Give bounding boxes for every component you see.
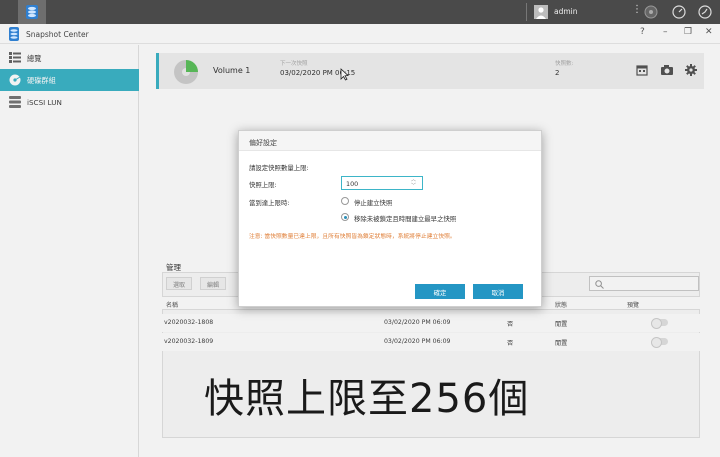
close-icon[interactable]: ✕ [705,27,713,37]
app-title-bar: Snapshot Center ? – ❐ ✕ [0,24,720,44]
username[interactable]: admin [554,7,578,16]
user-icon[interactable] [534,5,548,19]
maximize-icon[interactable]: ❐ [684,27,692,37]
notification-icon[interactable] [644,5,658,19]
dialog-title: 偏好設定 [249,139,277,147]
cancel-button[interactable]: 取消 [473,284,523,299]
app-title: Snapshot Center [26,30,89,39]
system-bar: admin ⋮ [0,0,720,24]
help-icon[interactable]: ? [640,27,645,37]
radio-stop-snapshot[interactable] [341,197,349,205]
dialog-header: 偏好設定 [239,131,541,151]
snapshot-center-logo-icon [9,27,19,41]
option-stop-label[interactable]: 停止建立快照 [354,198,392,207]
warning-text: 注意: 當快照數量已達上限，且所有快照皆為鎖定狀態時，系統將停止建立快照。 [249,234,456,240]
more-menu-icon[interactable]: ⋮ [632,4,642,15]
limit-intro-text: 請設定快照數量上限: [249,164,309,172]
dashboard-icon[interactable] [672,5,686,19]
database-icon [26,5,38,19]
separator [526,3,527,21]
minimize-icon[interactable]: – [663,27,668,37]
preferences-dialog: 偏好設定 請設定快照數量上限: 快照上限: 100 ︿ ﹀ 當到達上限時: 停止建… [238,130,542,307]
caption-text: 快照上限至256個 [204,376,530,422]
app-tab-snapshot-center[interactable] [18,0,46,24]
ok-button[interactable]: 確定 [415,284,465,299]
reach-limit-label: 當到達上限時: [249,199,290,207]
limit-stepper[interactable]: ︿ ﹀ [411,177,416,189]
speedometer-icon[interactable] [698,5,712,19]
radio-remove-oldest[interactable] [341,213,349,221]
limit-label: 快照上限: [249,181,277,189]
option-remove-label[interactable]: 移除未被鎖定且時間建立最早之快照 [354,214,456,223]
